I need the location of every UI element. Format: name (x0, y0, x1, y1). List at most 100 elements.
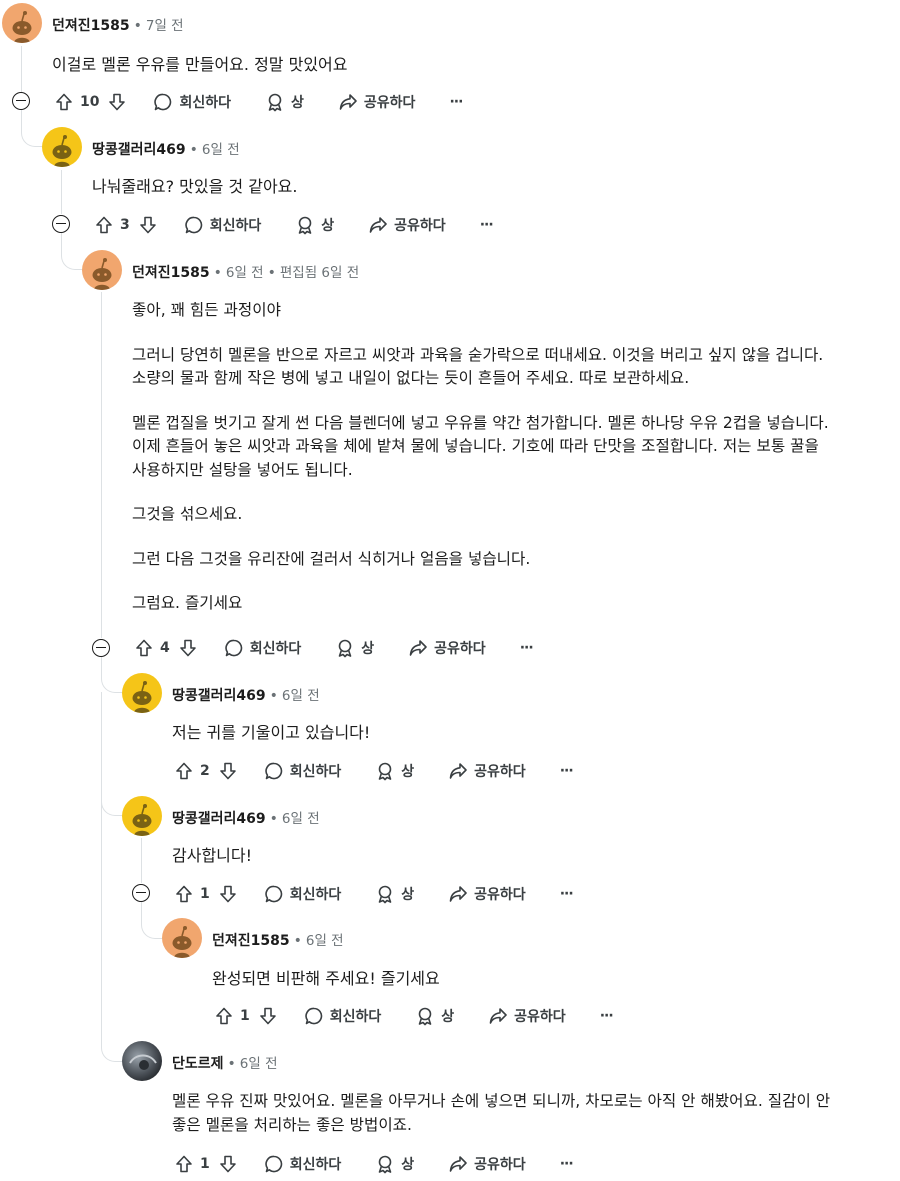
thread-connector (101, 1025, 122, 1062)
downvote-icon[interactable] (105, 90, 129, 114)
separator-dot: • (269, 811, 278, 827)
comment-body: 멜론 우유 진짜 맛있어요. 멜론을 아무거나 손에 넣으면 되니까, 차모로는… (172, 1092, 831, 1134)
username[interactable]: 던져진1585 (132, 265, 210, 281)
comment-body: 저는 귀를 기울이고 있습니다! (172, 723, 371, 742)
avatar[interactable] (2, 3, 42, 43)
avatar[interactable] (82, 250, 122, 290)
share-button[interactable]: 공유하다 (368, 215, 446, 235)
share-label: 공유하다 (514, 1009, 566, 1025)
share-icon (338, 92, 358, 112)
vote-count: 10 (80, 94, 100, 110)
collapse-thread-button[interactable] (12, 92, 30, 110)
upvote-icon[interactable] (132, 636, 156, 660)
timestamp[interactable]: 7일 전 (146, 18, 184, 34)
comment-header: 땅콩갤러리469 • 6일 전 (172, 684, 320, 705)
avatar[interactable] (162, 918, 202, 958)
thread-connector (101, 656, 122, 693)
reply-icon (153, 92, 173, 112)
share-button[interactable]: 공유하다 (488, 1006, 566, 1026)
reply-icon (264, 761, 284, 781)
share-button[interactable]: 공유하다 (408, 638, 486, 658)
reply-icon (264, 1154, 284, 1174)
more-options-button[interactable]: ··· (449, 94, 463, 110)
upvote-icon[interactable] (52, 90, 76, 114)
comment-actions: 2 회신하다 상 공유하다 ··· (172, 758, 574, 784)
comment-header: 땅콩갤러리469 • 6일 전 (172, 807, 320, 828)
award-button[interactable]: 상 (375, 761, 414, 781)
username[interactable]: 땅콩갤러리469 (92, 142, 186, 158)
username[interactable]: 단도르제 (172, 1056, 224, 1072)
timestamp[interactable]: 6일 전 (306, 933, 344, 949)
more-options-button[interactable]: ··· (480, 217, 494, 233)
upvote-icon[interactable] (172, 882, 196, 906)
vote-count: 3 (120, 217, 130, 233)
more-options-button[interactable]: ··· (520, 640, 534, 656)
reply-button[interactable]: 회신하다 (184, 215, 261, 235)
thread-line (21, 46, 22, 92)
share-label: 공유하다 (434, 641, 486, 657)
award-label: 상 (441, 1009, 455, 1025)
reply-button[interactable]: 회신하다 (264, 884, 341, 904)
comment-body: 감사합니다! (172, 846, 253, 865)
reply-button[interactable]: 회신하다 (224, 638, 301, 658)
thread-connector (101, 779, 122, 816)
upvote-icon[interactable] (172, 759, 196, 783)
award-button[interactable]: 상 (335, 638, 374, 658)
downvote-icon[interactable] (216, 759, 240, 783)
reply-button[interactable]: 회신하다 (304, 1006, 381, 1026)
reply-button[interactable]: 회신하다 (264, 761, 341, 781)
upvote-icon[interactable] (92, 213, 116, 237)
upvote-icon[interactable] (172, 1152, 196, 1176)
upvote-icon[interactable] (212, 1004, 236, 1028)
share-button[interactable]: 공유하다 (338, 92, 415, 112)
award-label: 상 (401, 764, 415, 780)
separator-dot: • (189, 142, 198, 158)
timestamp[interactable]: 6일 전 (202, 142, 240, 158)
username[interactable]: 던져진1585 (212, 933, 290, 949)
comment-actions: 1 회신하다 상 공유하다 ··· (172, 881, 574, 907)
avatar[interactable] (122, 673, 162, 713)
avatar[interactable] (122, 1041, 162, 1081)
downvote-icon[interactable] (256, 1004, 280, 1028)
share-label: 공유하다 (394, 218, 446, 234)
comment-body: 좋아, 꽤 힘든 과정이야 그러니 당연히 멜론을 반으로 자르고 씨앗과 과육… (132, 301, 829, 612)
award-button[interactable]: 상 (375, 1154, 414, 1174)
award-button[interactable]: 상 (415, 1006, 454, 1026)
timestamp[interactable]: 6일 전 (282, 688, 320, 704)
more-options-button[interactable]: ··· (560, 886, 574, 902)
more-options-button[interactable]: ··· (560, 1156, 574, 1172)
share-icon (448, 884, 468, 904)
collapse-thread-button[interactable] (92, 639, 110, 657)
more-options-button[interactable]: ··· (560, 763, 574, 779)
downvote-icon[interactable] (216, 882, 240, 906)
reply-button[interactable]: 회신하다 (153, 92, 231, 112)
award-icon (335, 638, 355, 658)
downvote-icon[interactable] (216, 1152, 240, 1176)
comment-actions: 10 회신하다 상 공유하다 ··· (52, 89, 463, 115)
reply-icon (264, 884, 284, 904)
share-button[interactable]: 공유하다 (448, 1154, 526, 1174)
username[interactable]: 던져진1585 (52, 18, 130, 34)
avatar[interactable] (122, 796, 162, 836)
share-button[interactable]: 공유하다 (448, 884, 526, 904)
thread-line (61, 170, 62, 214)
collapse-thread-button[interactable] (132, 884, 150, 902)
collapse-thread-button[interactable] (52, 215, 70, 233)
timestamp[interactable]: 6일 전 (226, 265, 264, 281)
more-options-button[interactable]: ··· (600, 1008, 614, 1024)
downvote-icon[interactable] (136, 213, 160, 237)
award-button[interactable]: 상 (265, 92, 304, 112)
username[interactable]: 땅콩갤러리469 (172, 688, 266, 704)
timestamp[interactable]: 6일 전 (282, 811, 320, 827)
comment-header: 던져진1585 • 6일 전 • 편집됨 6일 전 (132, 261, 359, 282)
username[interactable]: 땅콩갤러리469 (172, 811, 266, 827)
comment-actions: 3 회신하다 상 공유하다 ··· (92, 212, 494, 238)
avatar[interactable] (42, 127, 82, 167)
share-button[interactable]: 공유하다 (448, 761, 526, 781)
timestamp[interactable]: 6일 전 (240, 1056, 278, 1072)
reply-button[interactable]: 회신하다 (264, 1154, 341, 1174)
award-label: 상 (361, 641, 375, 657)
award-button[interactable]: 상 (375, 884, 414, 904)
downvote-icon[interactable] (176, 636, 200, 660)
award-button[interactable]: 상 (295, 215, 334, 235)
